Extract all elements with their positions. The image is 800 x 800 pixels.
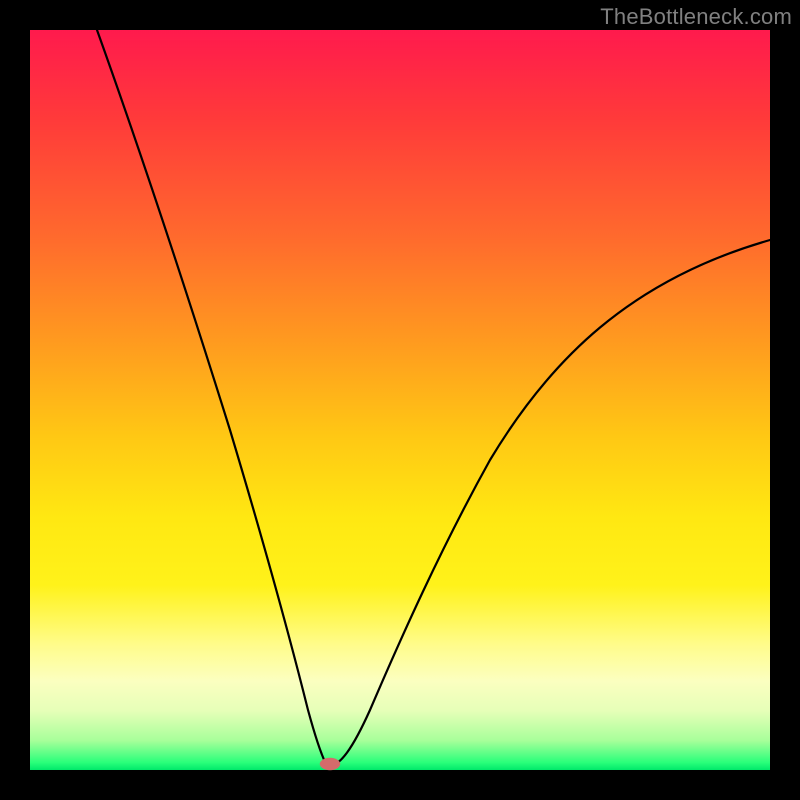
minimum-marker [320, 758, 340, 770]
chart-frame: TheBottleneck.com [0, 0, 800, 800]
bottleneck-curve [97, 30, 770, 766]
watermark-text: TheBottleneck.com [600, 4, 792, 30]
chart-svg [30, 30, 770, 770]
chart-plot-area [30, 30, 770, 770]
